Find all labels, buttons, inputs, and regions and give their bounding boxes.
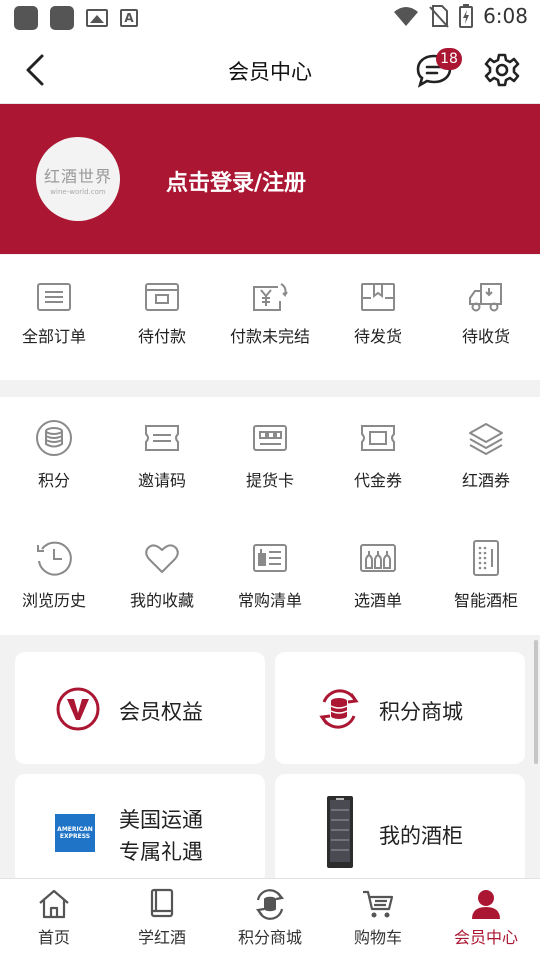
wine-cabinet-icon [473,540,499,576]
service-browse-history-label: 浏览历史 [21,591,86,610]
service-wine-selection[interactable]: 选酒单 [324,539,432,611]
message-count-badge: 18 [436,48,462,70]
bottles-icon [360,544,396,572]
service-voucher[interactable]: 代金券 [324,419,432,491]
nav-cart[interactable]: 购物车 [324,879,432,960]
coins-icon [36,420,72,456]
nav-points-mall-label: 积分商城 [237,928,302,947]
my-cabinet-card[interactable]: 我的酒柜 [275,774,525,884]
wallet-icon [145,283,179,311]
amex-logo-top: AMERICAN [57,826,93,833]
wifi-icon [394,7,419,26]
app-header: 会员中心 18 [0,36,540,104]
nav-points-mall[interactable]: 积分商城 [216,879,324,960]
voucher-icon [361,425,395,451]
order-all-label: 全部订单 [21,327,86,346]
nav-cart-label: 购物车 [353,928,402,947]
history-icon [37,541,72,576]
app-notification-icon [50,6,74,30]
settings-gear-icon[interactable] [484,52,520,88]
order-payment-incomplete-label: 付款未完结 [229,327,310,346]
points-mall-icon [319,689,359,729]
all-orders-icon [37,283,71,311]
member-benefits-label: 会员权益 [119,700,203,724]
card-icon [253,425,287,451]
my-cabinet-label: 我的酒柜 [379,824,463,848]
app-notification-icon [14,6,38,30]
service-points[interactable]: 积分 [0,419,108,491]
amex-logo: AMERICAN EXPRESS [55,814,95,852]
points-icon [255,889,285,920]
order-pending-shipment[interactable]: 待发货 [324,281,432,347]
battery-icon [459,4,474,28]
amex-label-line1: 美国运通 [119,808,203,832]
layers-icon [469,423,503,455]
order-payment-incomplete[interactable]: 付款未完结 [216,281,324,347]
nav-member-center[interactable]: 会员中心 [432,879,540,960]
amex-logo-bottom: EXPRESS [59,833,91,840]
wine-world-logo: 红酒世界 [43,166,112,186]
service-favorites-label: 我的收藏 [129,591,194,610]
no-sim-icon [429,5,449,28]
scrollbar[interactable] [534,640,538,764]
nav-home[interactable]: 首页 [0,879,108,960]
service-browse-history[interactable]: 浏览历史 [0,539,108,611]
order-pending-payment-label: 待付款 [137,327,186,346]
member-benefits-card[interactable]: 会员权益 [15,652,265,764]
text-notification-icon: A [120,9,138,27]
order-all[interactable]: 全部订单 [0,281,108,347]
truck-icon [469,283,502,312]
nav-home-label: 首页 [37,928,70,947]
list-icon [253,544,287,572]
amex-label-line2: 专属礼遇 [119,840,203,864]
service-smart-cabinet-label: 智能酒柜 [453,591,518,610]
service-invite-code[interactable]: 邀请码 [108,419,216,491]
wine-fridge-image [327,796,353,868]
image-notification-icon [86,9,108,27]
nav-learn-wine[interactable]: 学红酒 [108,879,216,960]
logo-subtext: wine-world.com [50,187,106,196]
service-pickup-card-label: 提货卡 [245,471,294,490]
member-v-icon [56,687,100,731]
service-regular-list[interactable]: 常购清单 [216,539,324,611]
login-register-link[interactable]: 点击登录/注册 [166,165,306,197]
nav-learn-wine-label: 学红酒 [137,928,186,947]
bottom-navigation: 首页 学红酒 积分商城 购物车 会员中心 [0,878,540,960]
home-icon [39,889,69,919]
services-section: 积分 邀请码 提货卡 代金券 红酒券 浏览历史 我的收藏 常购清单 选酒单 智能… [0,397,540,635]
service-wine-voucher[interactable]: 红酒券 [432,419,540,491]
member-banner: 红酒世界 wine-world.com 点击登录/注册 [0,104,540,254]
notification-icons: A [14,6,138,30]
order-pending-shipment-label: 待发货 [353,327,402,346]
yen-refresh-icon [253,283,288,311]
service-wine-selection-label: 选酒单 [353,591,402,610]
service-smart-cabinet[interactable]: 智能酒柜 [432,539,540,611]
clock: 6:08 [483,4,528,28]
cart-icon [363,890,394,918]
book-icon [150,888,174,918]
order-pending-payment[interactable]: 待付款 [108,281,216,347]
amex-card[interactable]: AMERICAN EXPRESS 美国运通 专属礼遇 [15,774,265,884]
service-favorites[interactable]: 我的收藏 [108,539,216,611]
service-voucher-label: 代金券 [353,471,402,490]
service-pickup-card[interactable]: 提货卡 [216,419,324,491]
points-mall-label: 积分商城 [379,700,463,724]
nav-member-center-label: 会员中心 [453,928,518,947]
status-bar: A 6:08 [0,0,540,36]
avatar[interactable]: 红酒世界 wine-world.com [36,137,120,221]
heart-icon [145,544,179,573]
order-pending-receipt-label: 待收货 [461,327,510,346]
points-mall-card[interactable]: 积分商城 [275,652,525,764]
system-status: 6:08 [393,4,528,28]
service-regular-list-label: 常购清单 [237,591,302,610]
service-wine-voucher-label: 红酒券 [461,471,510,490]
package-icon [361,283,395,311]
order-pending-receipt[interactable]: 待收货 [432,281,540,347]
orders-section: 全部订单 待付款 付款未完结 待发货 待收货 [0,255,540,380]
service-points-label: 积分 [37,471,70,490]
service-invite-code-label: 邀请码 [137,471,186,490]
user-icon [472,890,500,919]
ticket-icon [145,425,179,451]
